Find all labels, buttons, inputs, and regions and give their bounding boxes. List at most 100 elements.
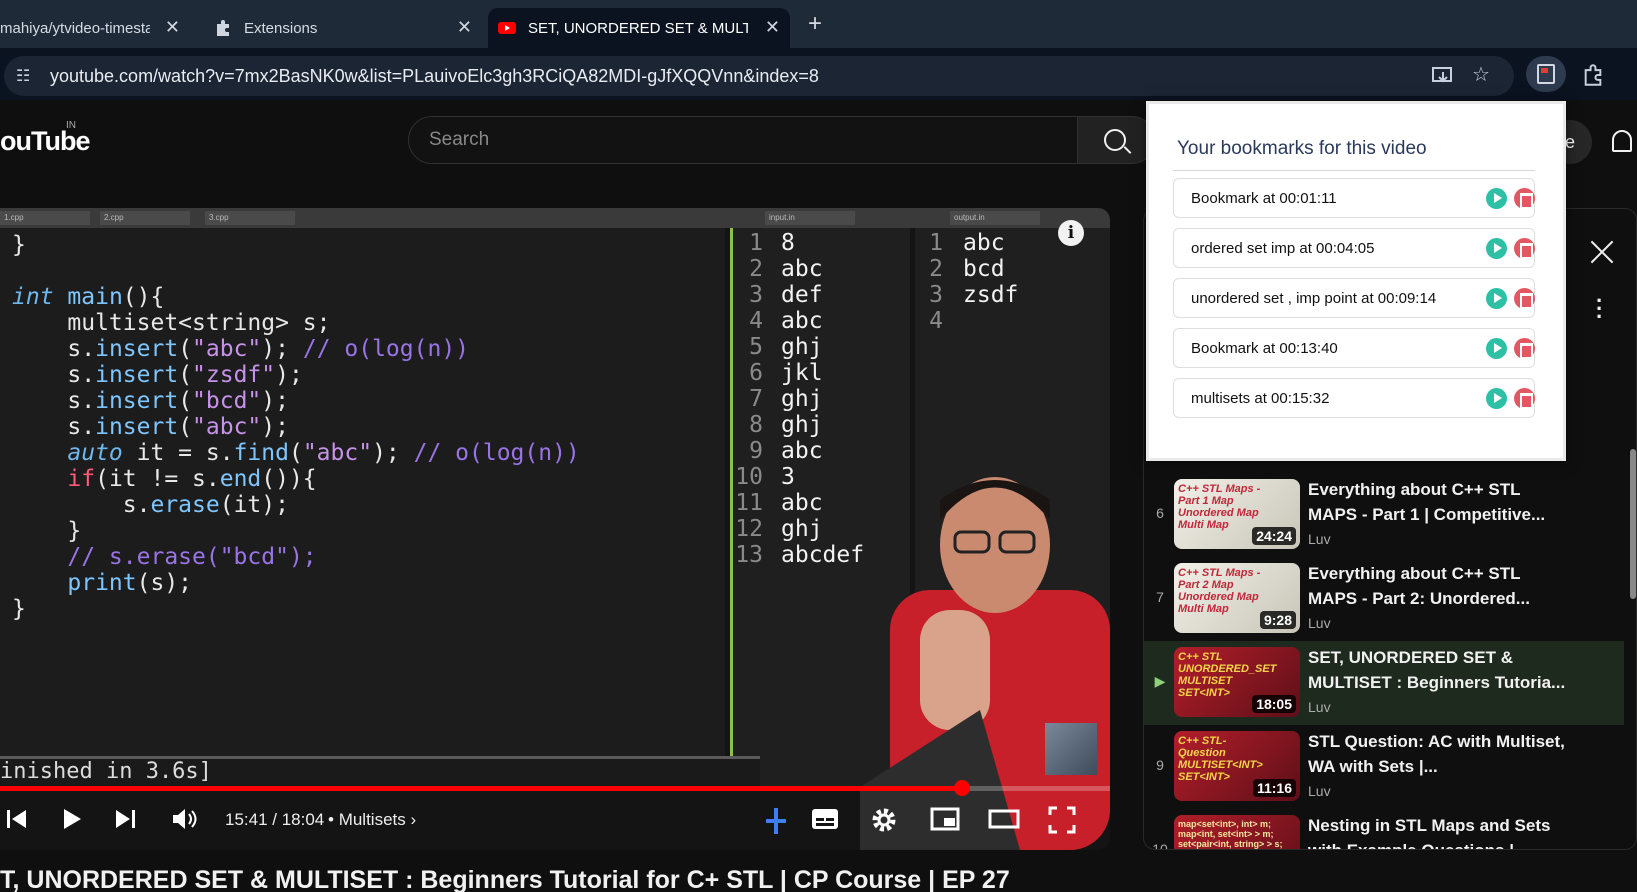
editor-tab: 3.cpp (205, 211, 295, 225)
output-line: bcd (963, 256, 1005, 282)
channel-name[interactable]: Luv (1308, 531, 1331, 547)
duration-badge: 9:28 (1259, 611, 1296, 629)
video-player[interactable]: 1.cpp 2.cpp 3.cpp input.in output.in } i… (0, 208, 1110, 850)
code-line: auto it = s.find("abc"); // o(log(n)) (67, 440, 580, 466)
close-icon[interactable]: ✕ (457, 17, 472, 38)
delete-bookmark-icon[interactable] (1514, 338, 1535, 359)
volume-icon[interactable] (170, 806, 198, 832)
bookmark-row: multisets at 00:15:32 (1173, 378, 1535, 418)
playlist-item[interactable]: 6 C++ STL Maps - Part 1 Map Unordered Ma… (1144, 473, 1624, 557)
notifications-bell-icon[interactable] (1612, 130, 1632, 152)
delete-bookmark-icon[interactable] (1514, 388, 1535, 409)
code-line: } (12, 596, 26, 622)
browser-tab-strip: mahiya/ytvideo-timesta ✕ Extensions ✕ SE… (0, 0, 1637, 48)
playlist-item[interactable]: 7 C++ STL Maps - Part 2 Map Unordered Ma… (1144, 557, 1624, 641)
input-line: ghj (781, 516, 823, 542)
bookmark-row: Bookmark at 00:01:11 (1173, 178, 1535, 218)
line-number: 5 (749, 334, 763, 360)
tab-title: mahiya/ytvideo-timesta (0, 19, 150, 37)
video-thumbnail[interactable]: C++ STL-Question MULTISET<INT> SET<INT> … (1174, 731, 1300, 801)
browser-toolbar: ☷ youtube.com/watch?v=7mx2BasNK0w&list=P… (0, 48, 1637, 100)
channel-name[interactable]: Luv (1308, 615, 1331, 631)
popup-title: Your bookmarks for this video (1177, 138, 1427, 159)
next-icon[interactable] (112, 806, 138, 832)
bookmark-star-icon[interactable]: ☆ (1472, 62, 1490, 87)
input-line: ghj (781, 334, 823, 360)
theater-mode-icon[interactable] (988, 806, 1020, 832)
video-thumbnail[interactable]: C++ STL Maps - Part 1 Map Unordered Map … (1174, 479, 1300, 549)
previous-icon[interactable] (4, 806, 30, 832)
extensions-puzzle-icon[interactable] (1582, 64, 1604, 86)
play-bookmark-icon[interactable] (1486, 388, 1507, 409)
code-line: s.insert("zsdf"); (12, 362, 303, 388)
play-bookmark-icon[interactable] (1486, 338, 1507, 359)
now-playing-icon: ▶ (1154, 673, 1166, 689)
editor-tab: input.in (765, 211, 855, 225)
tab-youtube-active[interactable]: SET, UNORDERED SET & MULTI ✕ (488, 8, 790, 48)
bookmark-row: ordered set imp at 00:04:05 (1173, 228, 1535, 268)
extension-flag-icon (1537, 64, 1555, 84)
delete-bookmark-icon[interactable] (1514, 288, 1535, 309)
search-placeholder: Search (429, 129, 490, 150)
playlist-index: 7 (1156, 589, 1164, 605)
play-bookmark-icon[interactable] (1486, 188, 1507, 209)
chapter-button[interactable]: • Multisets › (328, 810, 416, 830)
settings-gear-icon[interactable] (870, 806, 898, 834)
new-tab-button[interactable]: + (808, 10, 822, 38)
url-text[interactable]: youtube.com/watch?v=7mx2BasNK0w&list=PLa… (50, 66, 819, 87)
site-info-icon[interactable]: ☷ (16, 66, 38, 86)
channel-name[interactable]: Luv (1308, 699, 1331, 715)
address-bar[interactable]: ☷ youtube.com/watch?v=7mx2BasNK0w&list=P… (4, 56, 1514, 96)
code-line: } (12, 518, 82, 544)
video-thumbnail[interactable]: C++ STL UNORDERED_SET MULTISET SET<INT> … (1174, 647, 1300, 717)
line-number: 2 (929, 256, 943, 282)
playlist-item-title[interactable]: Everything about C++ STL MAPS - Part 1 |… (1308, 477, 1568, 527)
divider (1173, 170, 1535, 171)
editor-tab: 2.cpp (100, 211, 190, 225)
channel-name[interactable]: Luv (1308, 783, 1331, 799)
delete-bookmark-icon[interactable] (1514, 238, 1535, 259)
close-icon[interactable] (1589, 239, 1615, 265)
input-line: abc (781, 490, 823, 516)
play-bookmark-icon[interactable] (1486, 288, 1507, 309)
search-button[interactable] (1078, 116, 1156, 164)
youtube-logo[interactable]: ouTube (0, 126, 90, 157)
input-line: abcdef (781, 542, 865, 568)
more-options-icon[interactable]: · · · (1596, 290, 1603, 328)
video-thumbnail[interactable]: C++ STL Maps - Part 2 Map Unordered Map … (1174, 563, 1300, 633)
subtitles-icon[interactable] (810, 806, 840, 832)
playlist-item[interactable]: 10 map<set<int>, int> m; map<int, set<in… (1144, 809, 1624, 849)
play-icon[interactable] (58, 806, 84, 832)
video-thumbnail[interactable]: map<set<int>, int> m; map<int, set<int> … (1174, 815, 1300, 849)
playlist-scrollbar[interactable] (1630, 449, 1636, 599)
delete-bookmark-icon[interactable] (1514, 188, 1535, 209)
info-icon[interactable]: i (1058, 220, 1084, 246)
code-line: int main(){ (12, 284, 165, 310)
miniplayer-icon[interactable] (930, 806, 960, 832)
play-bookmark-icon[interactable] (1486, 238, 1507, 259)
bookmark-extension-button[interactable] (1526, 56, 1566, 92)
tab-github[interactable]: mahiya/ytvideo-timesta ✕ (0, 8, 190, 48)
install-app-icon[interactable] (1432, 66, 1454, 86)
line-number: 1 (749, 230, 763, 256)
tab-extensions[interactable]: Extensions ✕ (204, 8, 482, 48)
progress-bar[interactable] (0, 780, 1110, 796)
output-line: zsdf (963, 282, 1019, 308)
search-input[interactable]: Search (408, 116, 1078, 164)
end-screen-thumbnail[interactable] (1045, 723, 1097, 775)
playlist-item[interactable]: 9 C++ STL-Question MULTISET<INT> SET<INT… (1144, 725, 1624, 809)
playlist-index: 9 (1156, 757, 1164, 773)
close-icon[interactable]: ✕ (765, 17, 780, 38)
bookmark-add-icon[interactable] (766, 806, 786, 836)
thumbnail-text: map<set<int>, int> m; map<int, set<int> … (1178, 819, 1283, 849)
playlist-item-title[interactable]: STL Question: AC with Multiset, WA with … (1308, 729, 1568, 779)
close-icon[interactable]: ✕ (165, 17, 180, 38)
playlist-item-title[interactable]: SET, UNORDERED SET & MULTISET : Beginner… (1308, 645, 1568, 695)
line-number: 1 (929, 230, 943, 256)
bookmarks-popup: Your bookmarks for this video Bookmark a… (1146, 101, 1566, 461)
playlist-item-title[interactable]: Nesting in STL Maps and Sets with Exampl… (1308, 813, 1568, 849)
playlist-item-title[interactable]: Everything about C++ STL MAPS - Part 2: … (1308, 561, 1568, 611)
playlist-item-current[interactable]: ▶ C++ STL UNORDERED_SET MULTISET SET<INT… (1144, 641, 1624, 725)
fullscreen-icon[interactable] (1048, 806, 1076, 834)
bookmark-label: ordered set imp at 00:04:05 (1191, 240, 1375, 257)
